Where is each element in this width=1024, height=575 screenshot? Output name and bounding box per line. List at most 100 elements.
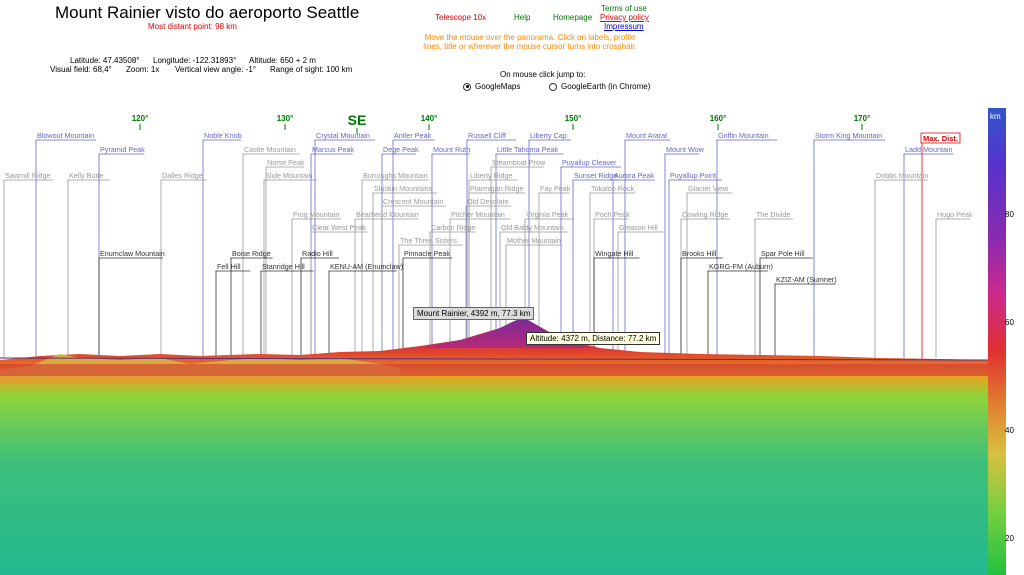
label-underline [524, 218, 575, 220]
panorama[interactable]: Blowout Mountain Noble Knob Crystal Mounta… [0, 108, 988, 575]
peak-label-gray[interactable]: Liberty Ridge [470, 171, 512, 180]
peak-label-black[interactable]: Enumclaw Mountain [100, 249, 165, 258]
homepage-link[interactable]: Homepage [553, 13, 592, 22]
peak-label-blue[interactable]: Noble Knob [204, 131, 242, 140]
peak-label-blue[interactable]: Griffin Mountain [718, 131, 769, 140]
peak-label-blue[interactable]: Mount Wow [666, 145, 705, 154]
peak-label-gray[interactable]: Frog Mountain [293, 210, 339, 219]
radio-googlemaps[interactable]: GoogleMaps [463, 82, 520, 91]
label-underline [495, 153, 564, 155]
usage-hint: Move the mouse over the panorama. Click … [423, 33, 637, 51]
peak-label-blue[interactable]: Blowout Mountain [37, 131, 94, 140]
label-underline [402, 257, 453, 259]
radio-googleearth[interactable]: GoogleEarth (in Chrome) [549, 82, 650, 91]
peak-label-black[interactable]: Fell Hill [217, 262, 241, 271]
radio-selected-icon[interactable] [463, 82, 471, 91]
peak-label-blue[interactable]: Antler Peak [394, 131, 432, 140]
peak-label-black[interactable]: Boise Ridge [232, 249, 271, 258]
peak-label-blue[interactable]: Aurora Peak [614, 171, 654, 180]
peak-label-gray[interactable]: Mother Mountain [507, 236, 561, 245]
peak-label-black[interactable]: KZIZ-AM (Sumner) [776, 275, 837, 284]
label-underline [392, 139, 435, 141]
peak-label-gray[interactable]: Gleason Hill [619, 223, 658, 232]
label-underline [560, 166, 622, 168]
peak-label-blue[interactable]: Sunset Ridge [574, 171, 617, 180]
label-underline [612, 179, 655, 181]
peak-label-blue[interactable]: Marcus Peak [312, 145, 354, 154]
peak-label-gray[interactable]: Poch Peak [595, 210, 630, 219]
label-underline [67, 179, 110, 181]
peak-label-gray[interactable]: Fay Peak [540, 184, 571, 193]
help-link[interactable]: Help [514, 13, 530, 22]
peak-label-blue[interactable]: Little Tahoma Peak [497, 145, 558, 154]
label-underline [716, 139, 778, 141]
peak-label-gray[interactable]: Carbon Ridge [431, 223, 475, 232]
scale-tick-80: 80 [1005, 210, 1014, 219]
peak-label-blue[interactable]: Dege Peak [383, 145, 419, 154]
peak-label-gray[interactable]: Old Baldy Mountain [501, 223, 564, 232]
label-underline [291, 218, 342, 220]
most-distant-point: Most distant point: 98 km [148, 22, 237, 31]
longitude-readout: Longitude: -122.31893° [153, 56, 237, 65]
peak-label-blue[interactable]: Puyallup Point [670, 171, 716, 180]
peak-label-blue[interactable]: Liberty Cap [530, 131, 567, 140]
max-distance-label[interactable]: Max. Dist. [923, 134, 958, 143]
scale-tick-20: 20 [1005, 534, 1014, 543]
label-underline [230, 257, 273, 259]
peak-label-gray[interactable]: Norse Peak [267, 158, 305, 167]
peak-label-blue[interactable]: Mount Ararat [626, 131, 667, 140]
peak-label-black[interactable]: KENU-AM (Enumclaw) [330, 262, 403, 271]
peak-label-blue[interactable]: Ladd Mountain [905, 145, 953, 154]
peak-label-gray[interactable]: Cowling Ridge [682, 210, 728, 219]
peak-labels[interactable]: Blowout Mountain Noble Knob Crystal Mounta… [3, 131, 973, 285]
label-underline [490, 166, 544, 168]
peak-label-gray[interactable]: Burroughs Mountain [363, 171, 428, 180]
peak-label-gray[interactable]: The Three Sisters [400, 236, 457, 245]
peak-label-blue[interactable]: Russell Cliff [468, 131, 506, 140]
label-underline [466, 139, 517, 141]
peak-label-blue[interactable]: Storm King Mountain [815, 131, 882, 140]
label-underline [874, 179, 928, 181]
impressum-link[interactable]: Impressum [604, 22, 644, 31]
peak-label-black[interactable]: Brooks Hill [682, 249, 717, 258]
peak-label-gray[interactable]: Tokaloo Rock [591, 184, 635, 193]
page-title[interactable]: Mount Rainier visto do aeroporto Seattle [55, 3, 359, 23]
peak-label-black[interactable]: Wingate Hill [595, 249, 634, 258]
label-underline [3, 179, 54, 181]
peak-label-gray[interactable]: Sluskin Mountains [374, 184, 433, 193]
peak-label-gray[interactable]: Crescent Mountain [383, 197, 443, 206]
radio-unselected-icon[interactable] [549, 82, 557, 91]
peak-label-gray[interactable]: Clear West Peak [312, 223, 366, 232]
privacy-link[interactable]: Privacy policy [600, 13, 649, 22]
peak-label-gray[interactable]: Ptarmigan Ridge [470, 184, 524, 193]
peak-label-gray[interactable]: Sawmill Ridge [5, 171, 51, 180]
peak-label-gray[interactable]: Slide Mountain [265, 171, 313, 180]
peak-label-gray[interactable]: Kelly Butte [69, 171, 103, 180]
peak-label-blue[interactable]: Mount Ruth [433, 145, 470, 154]
peak-label-blue[interactable]: Crystal Mountain [316, 131, 370, 140]
peak-label-black[interactable]: Radio Hill [302, 249, 333, 258]
peak-label-gray[interactable]: Dobbs Mountain [876, 171, 928, 180]
peak-label-gray[interactable]: Hugo Peak [937, 210, 973, 219]
peak-label-blue[interactable]: Puyallup Cleaver [562, 158, 617, 167]
peak-label-gray[interactable]: Glacier View [688, 184, 729, 193]
terms-link[interactable]: Terms of use [601, 4, 647, 13]
range-readout: Range of sight: 100 km [270, 65, 353, 74]
label-underline [624, 139, 671, 141]
peak-label-gray[interactable]: Pitcher Mountain [451, 210, 505, 219]
peak-label-gray[interactable]: Castle Mountain [244, 145, 296, 154]
label-underline [499, 231, 568, 233]
peak-label-gray[interactable]: Old Desolate [467, 197, 509, 206]
peak-label-gray[interactable]: Bearhead Mountain [356, 210, 419, 219]
peak-label-gray[interactable]: Virginia Peak [526, 210, 569, 219]
label-underline [593, 218, 629, 220]
peak-label-gray[interactable]: The Divide [756, 210, 790, 219]
peak-label-blue[interactable]: Pyramid Peak [100, 145, 145, 154]
peak-label-gray[interactable]: Steamboat Prow [492, 158, 546, 167]
peak-label-black[interactable]: Spar Pole Hill [761, 249, 805, 258]
peak-label-black[interactable]: KGRG-FM (Auburn) [709, 262, 773, 271]
telescope-link[interactable]: Telescope 10x [435, 13, 486, 22]
peak-label-gray[interactable]: Dalles Ridge [162, 171, 203, 180]
peak-label-black[interactable]: Stanridge Hill [262, 262, 305, 271]
peak-label-black[interactable]: Pinnacle Peak [404, 249, 450, 258]
